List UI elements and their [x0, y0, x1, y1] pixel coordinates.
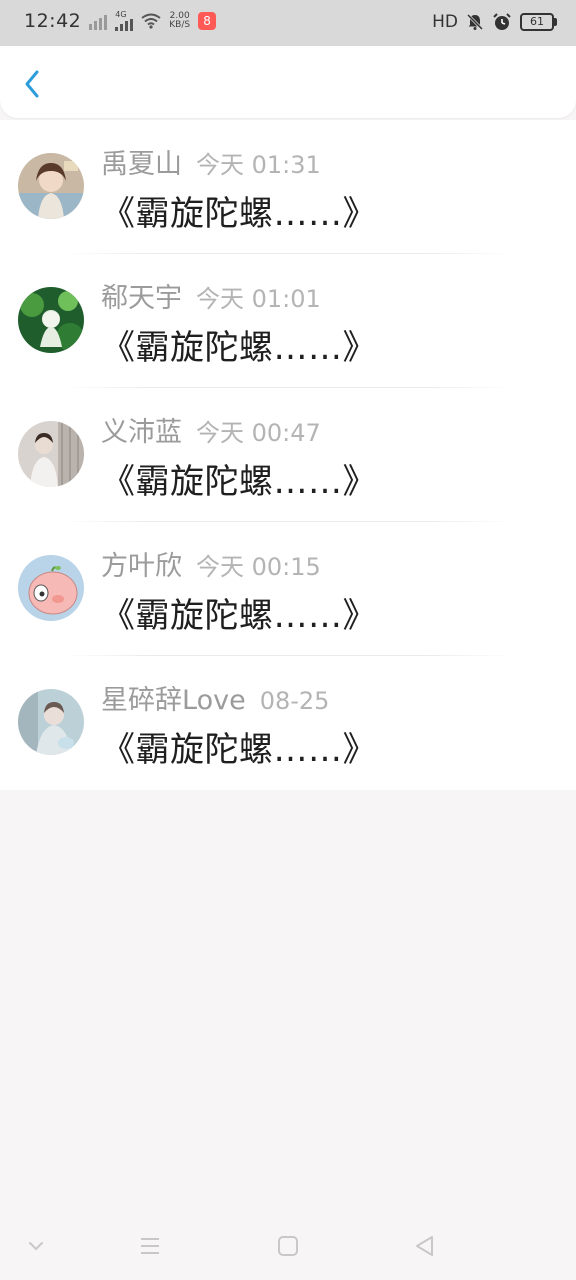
message-time: 今天 00:47 — [196, 419, 321, 447]
message-meta: 星碎辞Love 08-25 — [101, 678, 329, 717]
status-bar: 12:42 4G 2.00 KB/S 8 HD 61 — [0, 0, 576, 46]
sender-name[interactable]: 禹夏山 — [101, 142, 182, 181]
message-content[interactable]: 《霸旋陀螺……》 — [101, 722, 377, 771]
list-item[interactable]: 禹夏山 今天 01:31 《霸旋陀螺……》 — [0, 120, 576, 254]
mute-bell-icon — [466, 13, 484, 31]
nav-collapse-button[interactable] — [20, 1230, 52, 1262]
message-content[interactable]: 《霸旋陀螺……》 — [101, 588, 377, 637]
message-time: 今天 01:31 — [196, 151, 321, 179]
nav-menu-button[interactable] — [134, 1230, 166, 1262]
avatar[interactable] — [18, 421, 84, 487]
message-list: 禹夏山 今天 01:31 《霸旋陀螺……》 郗天宇 今天 01:01 《霸旋陀螺… — [0, 120, 576, 790]
back-triangle-icon — [416, 1236, 433, 1256]
chevron-left-icon — [25, 70, 39, 98]
avatar[interactable] — [18, 689, 84, 755]
battery-icon: 61 — [520, 13, 557, 31]
message-time: 08-25 — [259, 687, 330, 715]
sender-name[interactable]: 郗天宇 — [101, 276, 182, 315]
status-right: HD 61 — [432, 12, 557, 32]
sender-name[interactable]: 方叶欣 — [101, 544, 182, 583]
system-nav-bar — [0, 1208, 576, 1280]
home-square-icon — [278, 1236, 298, 1256]
message-meta: 郗天宇 今天 01:01 — [101, 276, 321, 315]
message-time: 今天 01:01 — [196, 285, 321, 313]
wifi-icon — [141, 13, 161, 29]
alarm-icon — [493, 13, 511, 30]
speed-unit: KB/S — [169, 20, 191, 30]
back-button[interactable] — [16, 68, 48, 100]
avatar[interactable] — [18, 153, 84, 219]
message-content[interactable]: 《霸旋陀螺……》 — [101, 320, 377, 369]
list-item[interactable]: 郗天宇 今天 01:01 《霸旋陀螺……》 — [0, 254, 576, 388]
avatar[interactable] — [18, 555, 84, 621]
avatar[interactable] — [18, 287, 84, 353]
list-item[interactable]: 方叶欣 今天 00:15 《霸旋陀螺……》 — [0, 522, 576, 656]
status-left: 12:42 4G 2.00 KB/S 8 — [24, 10, 217, 32]
message-meta: 方叶欣 今天 00:15 — [101, 544, 321, 583]
signal-icon-sim1 — [89, 12, 108, 30]
signal-icon-sim2 — [115, 19, 134, 31]
hd-label: HD — [432, 12, 458, 32]
nav-home-button[interactable] — [272, 1230, 304, 1262]
network-type: 4G — [115, 10, 127, 19]
signal-group-sim2: 4G — [115, 10, 134, 31]
header-bar — [0, 46, 576, 118]
message-content[interactable]: 《霸旋陀螺……》 — [101, 186, 377, 235]
network-speed: 2.00 KB/S — [169, 12, 190, 30]
message-time: 今天 00:15 — [196, 553, 321, 581]
message-content[interactable]: 《霸旋陀螺……》 — [101, 454, 377, 503]
menu-icon — [141, 1238, 159, 1254]
list-item[interactable]: 义沛蓝 今天 00:47 《霸旋陀螺……》 — [0, 388, 576, 522]
app-notification-icon: 8 — [198, 12, 217, 30]
sender-name[interactable]: 义沛蓝 — [101, 410, 182, 449]
chevron-down-icon — [29, 1242, 43, 1251]
message-meta: 禹夏山 今天 01:31 — [101, 142, 321, 181]
nav-back-button[interactable] — [408, 1230, 440, 1262]
status-time: 12:42 — [24, 10, 82, 32]
message-meta: 义沛蓝 今天 00:47 — [101, 410, 321, 449]
list-item[interactable]: 星碎辞Love 08-25 《霸旋陀螺……》 — [0, 656, 576, 790]
sender-name[interactable]: 星碎辞Love — [101, 678, 246, 717]
